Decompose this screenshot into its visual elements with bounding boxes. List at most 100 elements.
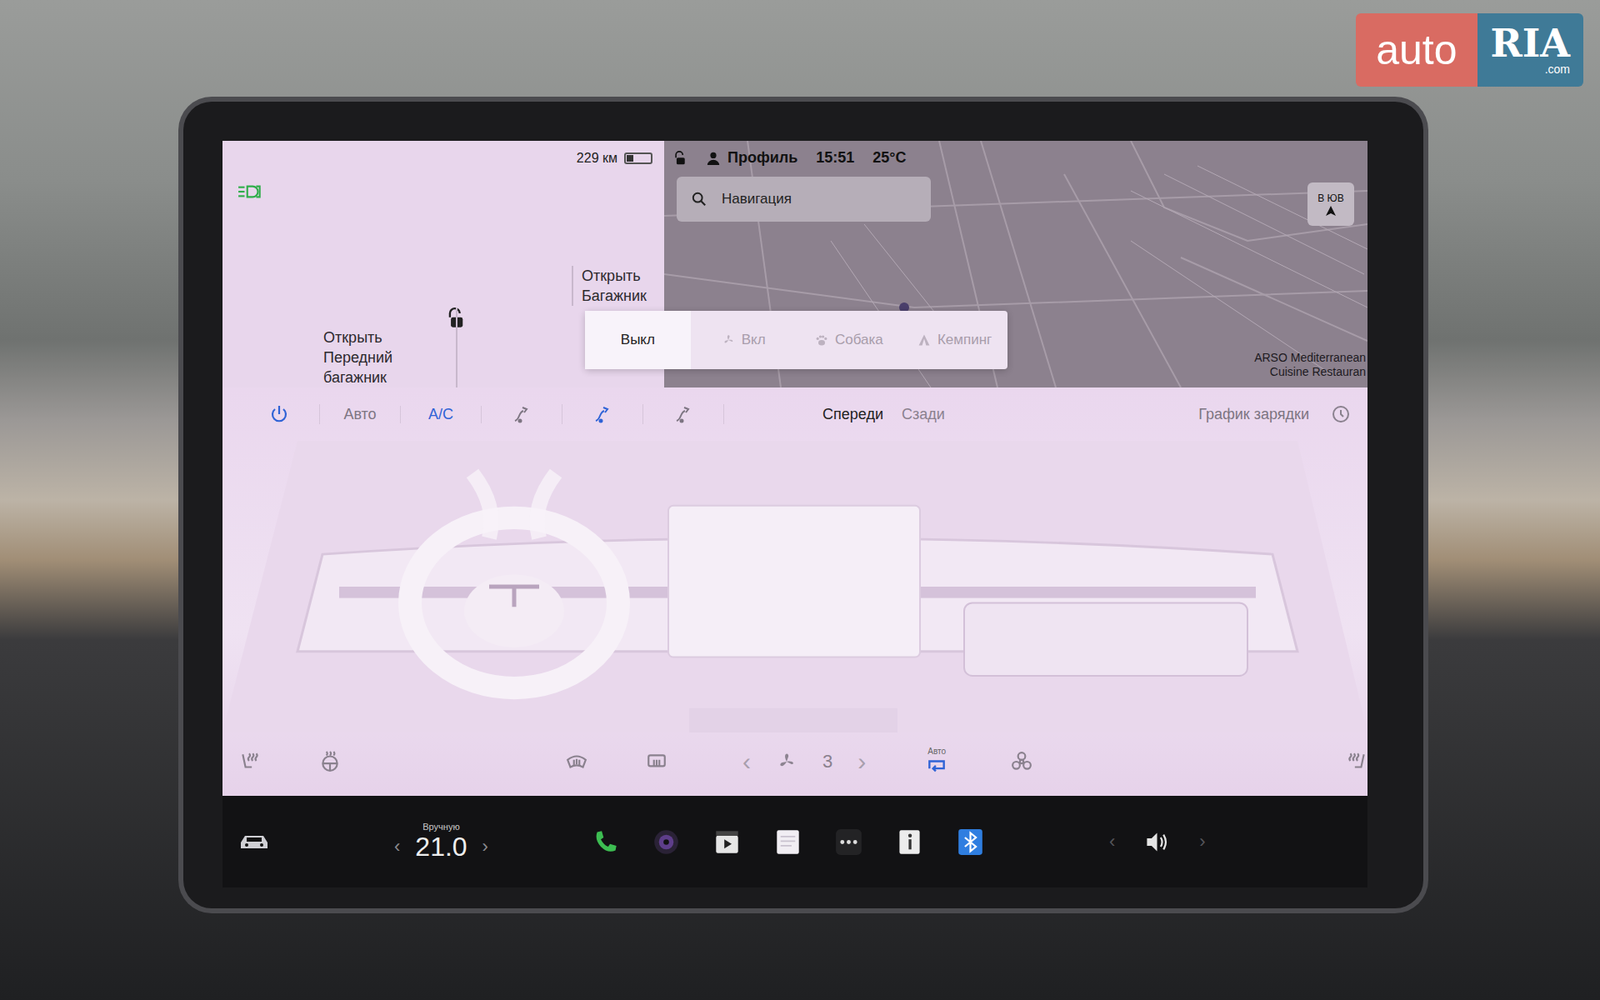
frunk-label: Передний: [323, 347, 393, 368]
airflow-icon: [592, 404, 613, 425]
watermark-mark: RIA.com: [1477, 13, 1584, 87]
seat-heater-icon: [1345, 750, 1368, 773]
app-button[interactable]: [956, 828, 985, 856]
control-group: [239, 750, 668, 773]
photo: autoRIA.com229 кмОткрытьПереднийбагажник…: [0, 0, 1600, 1000]
trunk-label: Открыть: [581, 265, 647, 286]
climate-control[interactable]: [1010, 750, 1033, 773]
app-button[interactable]: [713, 828, 741, 856]
fan-speed-value: 3: [822, 750, 833, 773]
unlock-icon[interactable]: [672, 150, 688, 166]
power-icon: [269, 404, 290, 425]
seat-heater-icon: [239, 750, 261, 773]
phone-icon: [591, 828, 620, 856]
charge-schedule-button[interactable]: График зарядки: [1198, 404, 1351, 425]
trunk-label: Багажник: [581, 285, 647, 306]
person-icon: [705, 150, 721, 166]
range: 229 км: [576, 150, 653, 166]
cabin-mode-option[interactable]: Вкл: [690, 310, 797, 370]
notes-icon: [774, 828, 802, 856]
zone-tab[interactable]: Сзади: [901, 405, 945, 424]
zone-tab[interactable]: Спереди: [822, 405, 884, 424]
frunk-label: багажник: [323, 367, 393, 388]
temperature-decrease[interactable]: ‹: [394, 835, 400, 858]
bluetooth-icon: [956, 828, 985, 856]
speaker-icon[interactable]: [1143, 828, 1171, 856]
cabin-illustration: [222, 440, 1368, 733]
profile-label: Профиль: [727, 149, 798, 167]
climate-toolbar-button[interactable]: Авто: [320, 405, 401, 424]
cabin-mode-selector: Выкл Вкл Собака Кемпинг: [585, 310, 1008, 370]
app-button[interactable]: [774, 828, 802, 856]
fan-decrease[interactable]: ‹: [742, 747, 751, 776]
volume-increase[interactable]: ›: [1199, 830, 1205, 853]
trunk-button[interactable]: ОткрытьБагажник: [571, 265, 647, 306]
top-row: 229 кмОткрытьПереднийбагажникОткрытьБага…: [222, 140, 1368, 388]
headlight-icon: [237, 184, 265, 200]
climate-panel: Авто A/C Спереди Сзади График зарядки ‹ 3 › Авто: [222, 387, 1368, 796]
app-button[interactable]: [835, 828, 863, 856]
range-text: 229 км: [576, 150, 618, 166]
climate-control[interactable]: [645, 750, 668, 773]
compass-button[interactable]: В ЮВ: [1307, 182, 1355, 226]
climate-control[interactable]: [319, 750, 341, 773]
front-defrost-icon: [565, 750, 588, 773]
dock: Вручную‹21.0›‹›: [222, 795, 1368, 888]
tent-icon: [917, 333, 931, 347]
arrow-icon: [1325, 205, 1336, 216]
manual-icon: [895, 828, 924, 856]
profile-button[interactable]: Профиль: [705, 149, 798, 167]
outside-temperature: 25°C: [872, 149, 906, 167]
compass-label: В ЮВ: [1317, 192, 1344, 205]
frunk-pointer: [455, 307, 458, 388]
app-button[interactable]: [652, 828, 680, 856]
fan-increase[interactable]: ›: [857, 747, 866, 776]
cabin-mode-option[interactable]: Выкл: [585, 310, 691, 370]
search-icon: [691, 191, 707, 207]
fan-icon: [775, 750, 798, 773]
climate-control[interactable]: [1345, 750, 1368, 773]
camera-icon: [652, 828, 680, 856]
climate-toolbar-button[interactable]: [562, 404, 644, 425]
climate-toolbar: Авто A/C Спереди Сзади График зарядки: [222, 387, 1368, 441]
climate-control[interactable]: [239, 750, 261, 773]
cabin-mode-option[interactable]: Собака: [796, 310, 903, 370]
watermark: autoRIA.com: [1355, 13, 1584, 87]
frunk-button[interactable]: ОткрытьПереднийбагажник: [323, 327, 393, 388]
app-button[interactable]: [591, 828, 620, 856]
charge-schedule-label: График зарядки: [1198, 405, 1310, 424]
bioweapon-mode-icon: [1010, 750, 1033, 773]
cabin-mode-label: Кемпинг: [937, 331, 992, 349]
more-icon: [835, 828, 863, 856]
volume-decrease[interactable]: ‹: [1109, 830, 1115, 853]
display-bezel: 229 кмОткрытьПереднийбагажникОткрытьБага…: [183, 101, 1424, 909]
battery-icon: [624, 152, 653, 165]
car-icon[interactable]: [239, 832, 270, 851]
theater-icon: [713, 828, 741, 856]
climate-toolbar-label: A/C: [428, 405, 454, 424]
paw-icon: [815, 333, 829, 347]
cabin-mode-label: Собака: [835, 331, 884, 349]
climate-toolbar-button[interactable]: [481, 404, 563, 425]
status-bar: Профиль15:5125°C: [672, 149, 907, 167]
airflow-icon: [511, 404, 532, 425]
recirculation-button[interactable]: Авто: [925, 746, 948, 778]
control-group: Авто: [925, 746, 1368, 778]
watermark-brand: auto: [1355, 13, 1477, 87]
poi-label: Cuisine Restauran: [1270, 365, 1366, 380]
interior-picture: [222, 440, 1368, 733]
cabin-mode-label: Вкл: [741, 331, 766, 349]
map-poi[interactable]: ARSO MediterraneanCuisine Restauran: [1254, 350, 1366, 380]
climate-toolbar-button[interactable]: A/C: [400, 405, 482, 424]
clock-icon: [1330, 404, 1351, 425]
climate-control[interactable]: [565, 750, 588, 773]
cabin-mode-option[interactable]: Кемпинг: [901, 310, 1008, 370]
app-button[interactable]: [895, 828, 924, 856]
climate-toolbar-button[interactable]: [643, 404, 725, 425]
climate-toolbar-button[interactable]: [239, 404, 320, 425]
navigation-search[interactable]: Навигация: [676, 176, 931, 222]
fan-icon: [721, 333, 735, 347]
temperature-increase[interactable]: ›: [482, 835, 489, 858]
cabin-mode-label: Выкл: [620, 331, 655, 349]
climate-controls: ‹ 3 › Авто: [222, 732, 1368, 796]
